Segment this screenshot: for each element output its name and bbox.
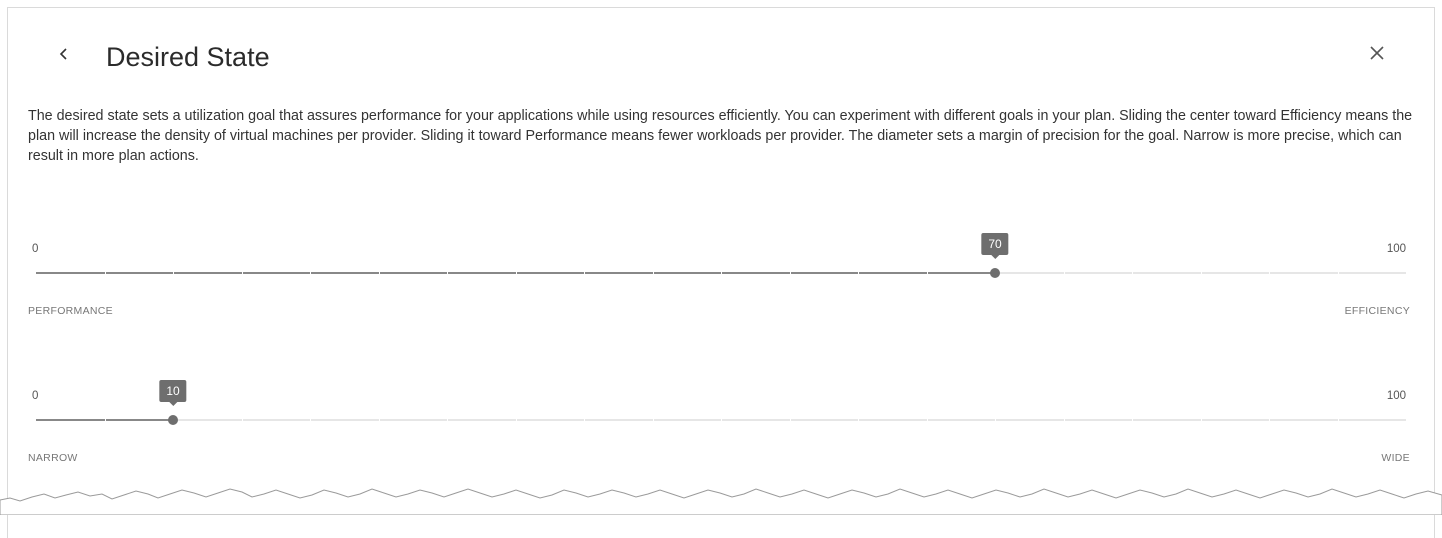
slider-tick [858, 419, 859, 421]
slider-tick [378, 272, 380, 274]
slider-value-tooltip: 70 [981, 233, 1009, 259]
slider-tick [1132, 419, 1133, 421]
slider-max-label: 100 [1386, 390, 1406, 402]
wide-caption: WIDE [1381, 452, 1410, 464]
slider-tick [1132, 272, 1133, 274]
slider-tick [1269, 272, 1270, 274]
slider-tick [995, 419, 996, 421]
slider-track[interactable]: 10 [36, 380, 1406, 425]
slider-tick [515, 419, 517, 421]
efficiency-caption: EFFICIENCY [1344, 305, 1410, 317]
slider-tick [926, 419, 928, 421]
slider-tick [858, 272, 859, 274]
slider-tick [789, 272, 791, 274]
diameter-slider[interactable]: 0 100 10 NARROW WIDE [28, 380, 1414, 480]
slider-max-label: 100 [1386, 243, 1406, 255]
page-title: Desired State [106, 42, 270, 72]
narrow-caption: NARROW [28, 452, 78, 464]
slider-min-label: 0 [32, 390, 39, 402]
slider-tick [1063, 419, 1065, 421]
description-text: The desired state sets a utilization goa… [28, 108, 1413, 164]
performance-caption: PERFORMANCE [28, 305, 113, 317]
slider-tick [652, 272, 654, 274]
slider-tick [721, 272, 722, 274]
slider-tick [1337, 272, 1339, 274]
slider-tick [721, 419, 722, 421]
slider-track[interactable]: 70 [36, 233, 1406, 278]
slider-tick [515, 272, 517, 274]
close-button[interactable] [1360, 38, 1394, 72]
slider-tick [447, 272, 448, 274]
slider-tick [447, 419, 448, 421]
slider-handle[interactable] [990, 268, 1000, 278]
slider-tick [173, 272, 174, 274]
back-button[interactable] [52, 36, 76, 76]
slider-tick [584, 419, 585, 421]
center-slider[interactable]: 0 100 70 PERFORMANCE EFFICIENCY [28, 233, 1414, 333]
close-icon [1368, 44, 1386, 67]
slider-tick [1269, 419, 1270, 421]
slider-tick [584, 272, 585, 274]
slider-tick [1200, 419, 1202, 421]
slider-handle[interactable] [168, 415, 178, 425]
slider-tick [652, 419, 654, 421]
slider-tick [1063, 272, 1065, 274]
slider-min-label: 0 [32, 243, 39, 255]
slider-tick [241, 272, 243, 274]
slider-ticks [36, 419, 1406, 421]
chevron-left-icon [57, 45, 71, 68]
torn-edge-decoration [0, 488, 1442, 515]
slider-tick [378, 419, 380, 421]
slider-tick [104, 419, 106, 421]
slider-value-tooltip: 10 [159, 380, 187, 406]
slider-tick [310, 272, 311, 274]
slider-tick [1200, 272, 1202, 274]
slider-tick [241, 419, 243, 421]
slider-tick [926, 272, 928, 274]
slider-tick [789, 419, 791, 421]
slider-tick [310, 419, 311, 421]
slider-tick [104, 272, 106, 274]
slider-ticks [36, 272, 1406, 274]
slider-tick [1337, 419, 1339, 421]
desired-state-panel: Desired State The desired state sets a u… [7, 7, 1435, 538]
